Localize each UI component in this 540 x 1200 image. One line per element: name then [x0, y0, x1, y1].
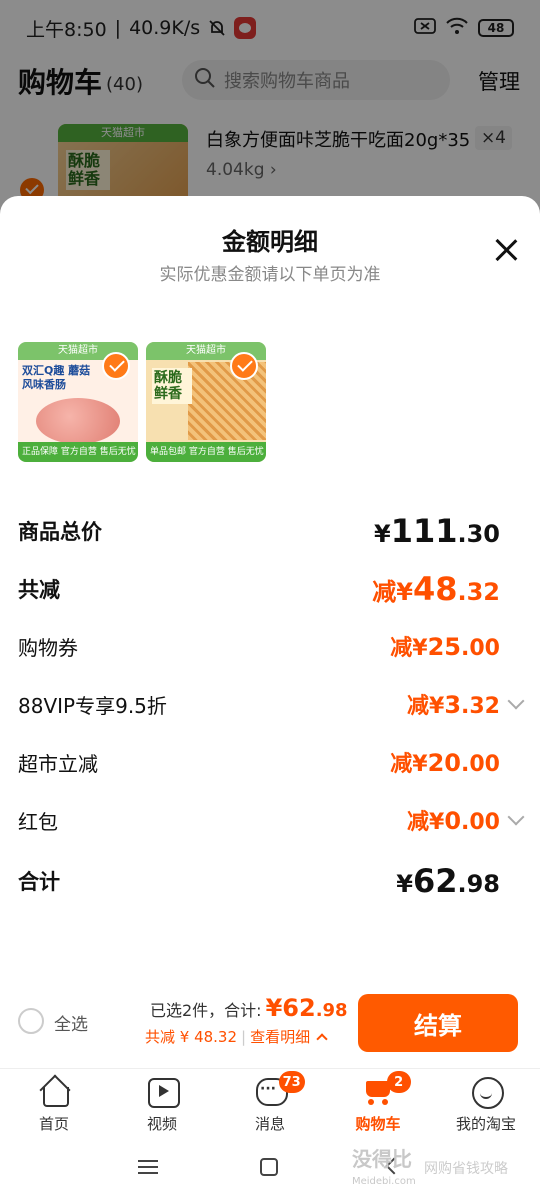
chevron-down-icon[interactable]	[507, 808, 525, 826]
checkmark-icon	[230, 352, 258, 380]
select-all-label[interactable]: 全选	[54, 1010, 88, 1035]
sheet-subtitle: 实际优惠金额请以下单页为准	[159, 265, 381, 285]
watermark-logo: 没得比 Meidebi.com	[352, 1147, 416, 1187]
row-supermarket-discount: 超市立减 减¥ 20.00	[18, 746, 522, 778]
total-discount-value: 减¥ 48.32	[372, 570, 500, 608]
row-grand-total: 合计 ¥62.98	[18, 862, 500, 900]
bottom-tab-bar: 首页 视频 73 消息 2 购物车 我的淘宝	[0, 1068, 540, 1136]
smiley-icon	[470, 1075, 504, 1109]
system-nav-bar: 没得比 Meidebi.com 网购省钱攻略	[0, 1136, 540, 1200]
chevron-up-icon[interactable]	[316, 1032, 328, 1045]
tab-my-taobao[interactable]: 我的淘宝	[432, 1069, 540, 1136]
close-icon[interactable]	[494, 238, 518, 262]
coupon-value: 减¥ 25.00	[390, 633, 500, 661]
modal-backdrop[interactable]	[0, 0, 540, 220]
message-count-badge: 73	[278, 1071, 305, 1093]
goods-total-value: ¥111.30	[373, 512, 500, 550]
row-total-discount: 共减 减¥ 48.32	[18, 570, 500, 608]
chevron-down-icon[interactable]	[507, 692, 525, 710]
sheet-title: 金额明细	[222, 228, 318, 256]
selected-product-thumb[interactable]: 天猫超市 双汇Q趣 蘑菇风味香肠 正品保障 官方自营 售后无忧	[18, 342, 138, 462]
checkmark-icon	[102, 352, 130, 380]
view-detail-link[interactable]: 查看明细	[250, 1026, 310, 1047]
video-icon	[146, 1075, 180, 1108]
discount-summary[interactable]: 共减 ¥ 48.32 | 查看明细	[145, 1026, 328, 1047]
row-red-packet[interactable]: 红包 减¥ 0.00	[18, 804, 525, 836]
home-button-icon[interactable]	[260, 1158, 278, 1176]
tab-home[interactable]: 首页	[0, 1069, 108, 1136]
checkout-button[interactable]: 结算	[358, 994, 518, 1052]
row-88vip-discount[interactable]: 88VIP专享9.5折 减¥ 3.32	[18, 688, 525, 720]
cart-count-badge: 2	[386, 1071, 411, 1093]
selected-product-thumb[interactable]: 天猫超市 酥脆鲜香 单品包邮 官方自营 售后无忧	[146, 342, 266, 462]
red-packet-value: 减¥ 0.00	[407, 807, 500, 835]
watermark-slogan: 网购省钱攻略	[424, 1161, 508, 1177]
grand-total-value: ¥62.98	[396, 862, 500, 900]
amount-detail-sheet: 金额明细 实际优惠金额请以下单页为准 天猫超市 双汇Q趣 蘑菇风味香肠 正品保障…	[0, 196, 540, 1070]
tab-messages[interactable]: 73 消息	[216, 1069, 324, 1136]
checkout-bar: 全选 已选2件，合计: ¥62.98 共减 ¥ 48.32 | 查看明细 结算	[0, 986, 540, 1062]
tab-video[interactable]: 视频	[108, 1069, 216, 1136]
row-shopping-coupon: 购物券 减¥ 25.00	[18, 630, 522, 662]
sausage-image	[36, 398, 120, 444]
home-icon	[38, 1075, 70, 1107]
menu-icon[interactable]	[138, 1160, 158, 1174]
row-goods-total: 商品总价 ¥111.30	[18, 512, 500, 550]
supermarket-discount-value: 减¥ 20.00	[390, 749, 500, 777]
select-all-checkbox[interactable]	[18, 1008, 44, 1034]
checkout-total: ¥62.98	[265, 994, 348, 1022]
tab-cart[interactable]: 2 购物车	[324, 1069, 432, 1136]
vip-discount-value: 减¥ 3.32	[407, 691, 500, 719]
selected-summary: 已选2件，合计: ¥62.98	[150, 994, 348, 1022]
